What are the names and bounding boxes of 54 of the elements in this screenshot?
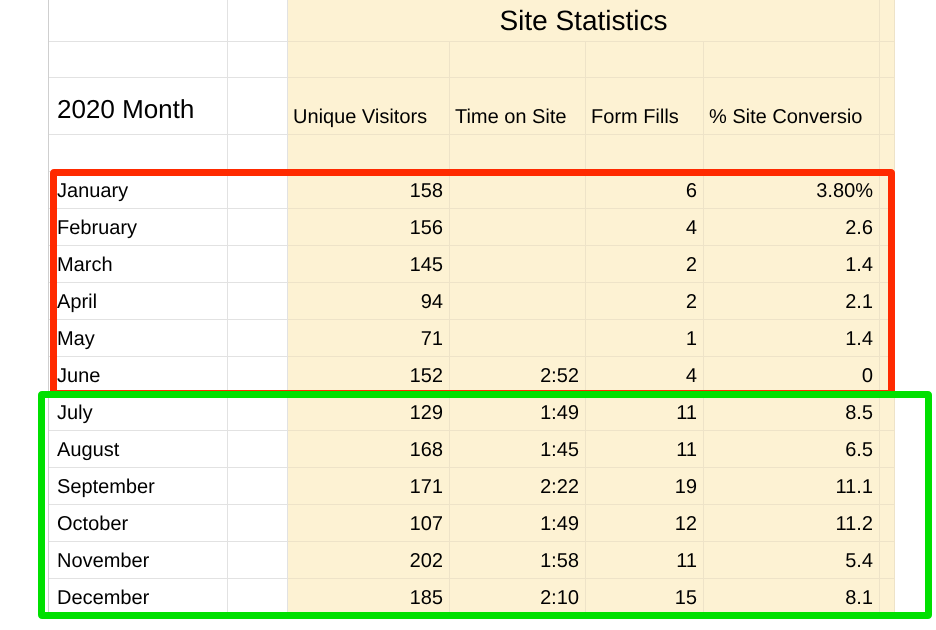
table-cell: 11.2 [704, 505, 880, 542]
table-cell [880, 505, 895, 542]
table-cell [880, 542, 895, 579]
title-cell: Site Statistics [288, 0, 880, 42]
table-cell: 1.4 [704, 320, 880, 357]
month-cell: December [49, 579, 228, 616]
month-cell: February [49, 209, 228, 246]
table-cell: 71 [288, 320, 450, 357]
month-cell: October [49, 505, 228, 542]
table-cell: 5.4 [704, 542, 880, 579]
month-cell: November [49, 542, 228, 579]
header-cell: % Site Conversio [704, 78, 880, 135]
header-cell: Time on Site [450, 78, 586, 135]
table-cell [880, 468, 895, 505]
table-cell [880, 42, 895, 78]
table-cell: 202 [288, 542, 450, 579]
header-cell: Form Fills [586, 78, 704, 135]
month-cell: August [49, 431, 228, 468]
table-cell [880, 135, 895, 172]
month-cell: April [49, 283, 228, 320]
table-cell: 2:22 [450, 468, 586, 505]
month-cell: June [49, 357, 228, 394]
month-cell: January [49, 172, 228, 209]
table-cell: 156 [288, 209, 450, 246]
table-cell: 2 [586, 246, 704, 283]
table-cell: 12 [586, 505, 704, 542]
table-cell: 1:58 [450, 542, 586, 579]
table-cell: 2 [586, 283, 704, 320]
table-cell: 11.1 [704, 468, 880, 505]
table-cell: 11 [586, 431, 704, 468]
table-cell: 19 [586, 468, 704, 505]
table-cell: 1.4 [704, 246, 880, 283]
month-cell: March [49, 246, 228, 283]
month-cell: May [49, 320, 228, 357]
table-cell: 94 [288, 283, 450, 320]
table-cell: 107 [288, 505, 450, 542]
table-cell: 2.6 [704, 209, 880, 246]
table-cell [880, 0, 895, 42]
table-cell: 11 [586, 542, 704, 579]
table-cell: 171 [288, 468, 450, 505]
table-cell: 2.1 [704, 283, 880, 320]
table-cell: 1:49 [450, 505, 586, 542]
month-cell: July [49, 394, 228, 431]
table-cell: 4 [586, 209, 704, 246]
table-cell: 145 [288, 246, 450, 283]
table-cell [880, 431, 895, 468]
header-cell: 2020 Month [49, 78, 228, 135]
month-cell: September [49, 468, 228, 505]
header-cell: Unique Visitors [288, 78, 450, 135]
table-cell: 168 [288, 431, 450, 468]
table-cell [880, 78, 895, 135]
table-cell: 1 [586, 320, 704, 357]
table-cell: 1:45 [450, 431, 586, 468]
table-cell: 6.5 [704, 431, 880, 468]
